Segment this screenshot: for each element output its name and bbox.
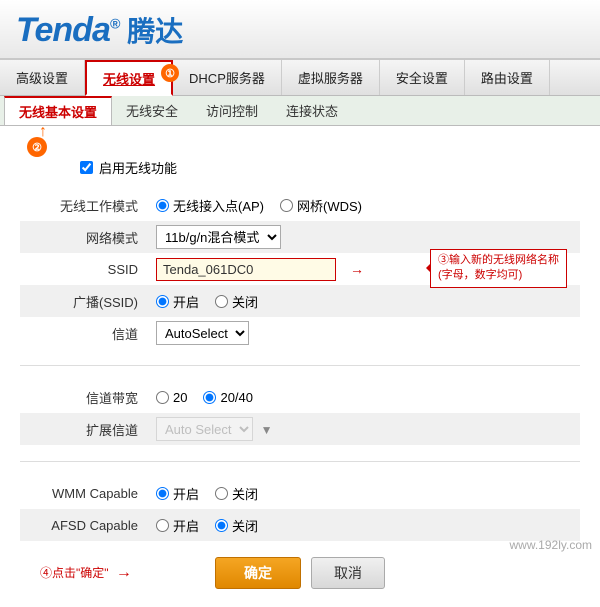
wmm-label: WMM Capable <box>20 477 150 509</box>
action-arrow: → <box>116 564 132 581</box>
subnav-security[interactable]: 无线安全 <box>112 96 192 125</box>
wmm-value: 开启 关闭 <box>150 477 580 509</box>
header: Tenda® 腾达 <box>0 0 600 60</box>
afsd-off-radio[interactable] <box>215 519 228 532</box>
nav-wireless[interactable]: 无线设置 ① <box>85 60 173 96</box>
subnav-access[interactable]: 访问控制 <box>192 96 272 125</box>
workmode-ap-text: 无线接入点(AP) <box>173 196 264 215</box>
netmode-label: 网络模式 <box>20 221 150 253</box>
watermark: www.192ly.com <box>510 538 592 552</box>
bandwidth-value: 20 20/40 <box>150 381 580 413</box>
bw-2040-radio[interactable] <box>203 391 216 404</box>
enable-row: 启用无线功能 <box>20 158 580 177</box>
workmode-wds-label[interactable]: 网桥(WDS) <box>280 196 362 215</box>
workmode-ap-radio[interactable] <box>156 199 169 212</box>
table-row-extchannel: 扩展信道 Auto Select ▼ <box>20 413 580 445</box>
nav-advanced[interactable]: 高级设置 <box>0 60 85 95</box>
nav-security[interactable]: 安全设置 <box>380 60 465 95</box>
table-row-channel: 信道 AutoSelect 123 456 789 10111213 <box>20 317 580 349</box>
workmode-wds-radio[interactable] <box>280 199 293 212</box>
afsd-off-label[interactable]: 关闭 <box>215 516 258 535</box>
channel-select[interactable]: AutoSelect 123 456 789 10111213 <box>156 321 249 345</box>
broadcast-on-radio[interactable] <box>156 295 169 308</box>
wmm-on-radio[interactable] <box>156 487 169 500</box>
wmm-off-label[interactable]: 关闭 <box>215 484 258 503</box>
enable-wireless-checkbox[interactable] <box>80 161 93 174</box>
broadcast-on-text: 开启 <box>173 292 199 311</box>
nav-virtual[interactable]: 虚拟服务器 <box>282 60 380 95</box>
afsd-label: AFSD Capable <box>20 509 150 541</box>
table-row-ssid: SSID → ③输入新的无线网络名称 (字母，数字均可) <box>20 253 580 285</box>
broadcast-label: 广播(SSID) <box>20 285 150 317</box>
bw-20-label[interactable]: 20 <box>156 390 187 405</box>
ssid-value: → ③输入新的无线网络名称 (字母，数字均可) <box>150 253 580 285</box>
ssid-label: SSID <box>20 253 150 285</box>
subnav-basic[interactable]: 无线基本设置 ↑ ② <box>4 96 112 125</box>
ssid-arrow: → <box>350 261 364 277</box>
bw-20-radio[interactable] <box>156 391 169 404</box>
step2-circle: ② <box>27 137 47 157</box>
workmode-label: 无线工作模式 <box>20 189 150 221</box>
broadcast-value: 开启 关闭 <box>150 285 580 317</box>
action-row: ④点击"确定" → 确定 取消 <box>20 557 580 597</box>
logo-tenda: Tenda® <box>16 11 119 50</box>
ssid-annotation: ③输入新的无线网络名称 (字母，数字均可) <box>430 249 567 288</box>
broadcast-off-label[interactable]: 关闭 <box>215 292 258 311</box>
wmm-off-radio[interactable] <box>215 487 228 500</box>
workmode-wds-text: 网桥(WDS) <box>297 196 362 215</box>
table-row-workmode: 无线工作模式 无线接入点(AP) 网桥(WDS) <box>20 189 580 221</box>
ssid-input[interactable] <box>156 258 336 281</box>
afsd-on-label[interactable]: 开启 <box>156 516 199 535</box>
form-table: 无线工作模式 无线接入点(AP) 网桥(WDS) 网络模式 <box>20 189 580 541</box>
extchannel-label: 扩展信道 <box>20 413 150 445</box>
confirm-button[interactable]: 确定 <box>215 557 301 589</box>
workmode-ap-label[interactable]: 无线接入点(AP) <box>156 196 264 215</box>
extchannel-select: Auto Select <box>156 417 253 441</box>
broadcast-on-label[interactable]: 开启 <box>156 292 199 311</box>
table-row-wmm: WMM Capable 开启 关闭 <box>20 477 580 509</box>
bw-2040-text: 20/40 <box>220 390 253 405</box>
bw-2040-label[interactable]: 20/40 <box>203 390 253 405</box>
afsd-off-text: 关闭 <box>232 516 258 535</box>
bandwidth-label: 信道带宽 <box>20 381 150 413</box>
nav-routing[interactable]: 路由设置 <box>465 60 550 95</box>
divider2 <box>20 445 580 477</box>
afsd-value: 开启 关闭 <box>150 509 580 541</box>
top-nav: 高级设置 无线设置 ① DHCP服务器 虚拟服务器 安全设置 路由设置 <box>0 60 600 96</box>
divider1 <box>20 349 580 381</box>
action-annotation: ④点击"确定" → <box>40 564 132 582</box>
enable-wireless-label[interactable]: 启用无线功能 <box>99 158 177 177</box>
subnav-connection[interactable]: 连接状态 <box>272 96 352 125</box>
wmm-off-text: 关闭 <box>232 484 258 503</box>
table-row-afsd: AFSD Capable 开启 关闭 <box>20 509 580 541</box>
extchannel-value: Auto Select ▼ <box>150 413 580 445</box>
workmode-value: 无线接入点(AP) 网桥(WDS) <box>150 189 580 221</box>
table-row-broadcast: 广播(SSID) 开启 关闭 <box>20 285 580 317</box>
wmm-on-text: 开启 <box>173 484 199 503</box>
afsd-on-text: 开启 <box>173 516 199 535</box>
afsd-on-radio[interactable] <box>156 519 169 532</box>
table-row-bandwidth: 信道带宽 20 20/40 <box>20 381 580 413</box>
channel-label: 信道 <box>20 317 150 349</box>
bw-20-text: 20 <box>173 390 187 405</box>
broadcast-off-text: 关闭 <box>232 292 258 311</box>
extchannel-dropdown-arrow: ▼ <box>261 423 273 437</box>
nav-dhcp[interactable]: DHCP服务器 <box>173 60 282 95</box>
channel-value: AutoSelect 123 456 789 10111213 <box>150 317 580 349</box>
netmode-select[interactable]: 11b/g/n混合模式 11b模式 11g模式 11n模式 <box>156 225 281 249</box>
logo-chinese: 腾达 <box>127 10 183 50</box>
broadcast-off-radio[interactable] <box>215 295 228 308</box>
wmm-on-label[interactable]: 开启 <box>156 484 199 503</box>
sub-nav: 无线基本设置 ↑ ② 无线安全 访问控制 连接状态 <box>0 96 600 126</box>
cancel-button[interactable]: 取消 <box>311 557 385 589</box>
